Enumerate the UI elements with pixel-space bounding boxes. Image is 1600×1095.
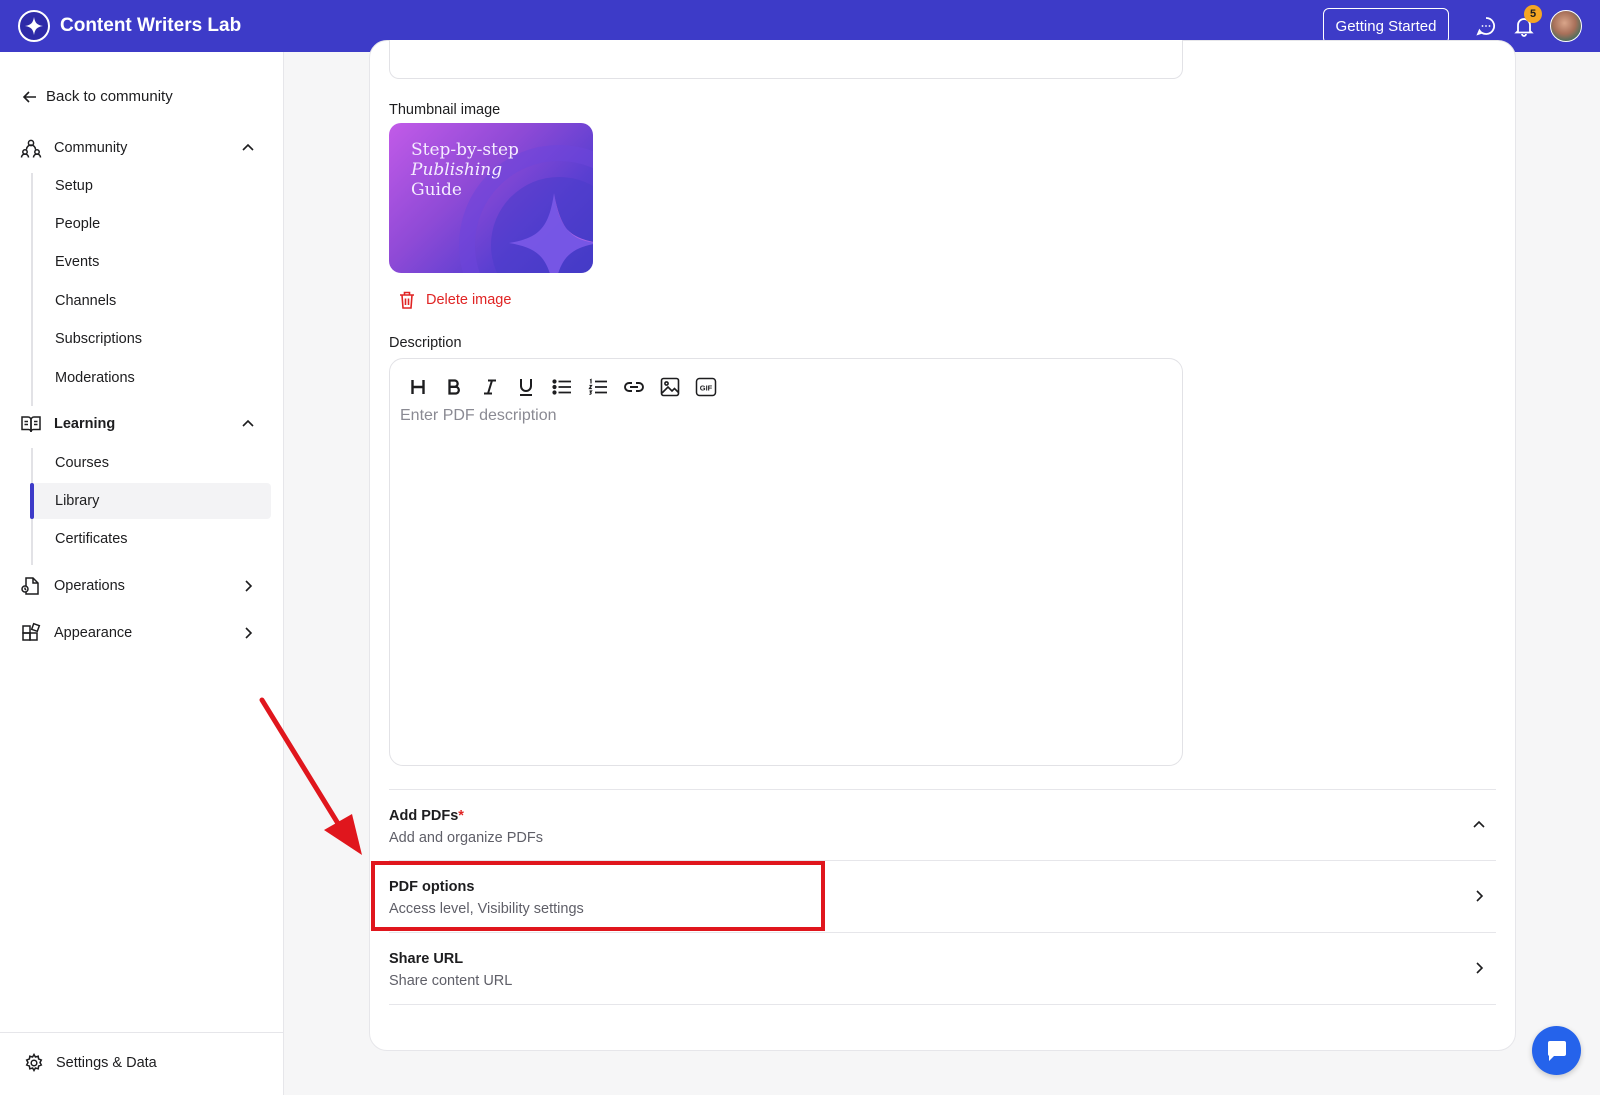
sidebar-section-operations[interactable]: Operations (20, 572, 266, 600)
sidebar-item-people[interactable]: People (32, 206, 271, 242)
operations-icon (20, 575, 42, 597)
sidebar-section-learning[interactable]: Learning (20, 410, 266, 438)
description-label: Description (389, 335, 462, 351)
back-to-community-label: Back to community (46, 88, 173, 105)
arrow-left-icon (22, 90, 36, 103)
sidebar-footer: Settings & Data (0, 1032, 283, 1095)
sidebar-item-setup[interactable]: Setup (32, 168, 271, 204)
thumbnail-image[interactable]: Step-by-step Publishing Guide (389, 123, 593, 273)
sidebar-item-moderations[interactable]: Moderations (32, 360, 271, 396)
sidebar-item-events[interactable]: Events (32, 244, 271, 280)
sidebar-section-community[interactable]: Community (20, 134, 266, 162)
thumbnail-label: Thumbnail image (389, 102, 501, 118)
required-asterisk: * (458, 808, 464, 824)
active-indicator (30, 483, 34, 519)
numbered-list-icon[interactable] (584, 373, 612, 401)
sidebar-item-subscriptions[interactable]: Subscriptions (32, 321, 271, 357)
title-input[interactable] (389, 40, 1183, 79)
delete-image-button[interactable]: Delete image (398, 290, 511, 310)
chat-support-button[interactable] (1532, 1026, 1581, 1075)
learning-label: Learning (54, 416, 116, 432)
settings-data-label: Settings & Data (56, 1055, 157, 1071)
sidebar-item-channels[interactable]: Channels (32, 283, 271, 319)
gear-icon (25, 1053, 43, 1073)
share-url-title: Share URL (389, 951, 464, 967)
thumbnail-line-2: Publishing (411, 160, 503, 180)
community-icon (20, 137, 42, 159)
book-open-icon (20, 413, 42, 435)
bullet-list-icon[interactable] (548, 373, 576, 401)
thumbnail-line-1: Step-by-step (411, 140, 519, 160)
sidebar-item-certificates[interactable]: Certificates (32, 521, 271, 557)
appearance-label: Appearance (54, 625, 133, 641)
heading-icon[interactable] (404, 373, 432, 401)
add-pdfs-title-text: Add PDFs (389, 808, 459, 824)
add-pdfs-section[interactable]: Add PDFs* Add and organize PDFs (389, 789, 1496, 861)
chat-bubble-icon[interactable] (1474, 14, 1498, 38)
avatar[interactable] (1550, 10, 1582, 42)
add-pdfs-title: Add PDFs* (389, 808, 464, 824)
share-url-subtitle: Share content URL (389, 973, 513, 989)
add-pdfs-subtitle: Add and organize PDFs (389, 830, 543, 846)
chevron-right-icon[interactable] (238, 623, 258, 643)
brand-logo-icon[interactable] (18, 10, 50, 42)
community-label: Community (54, 140, 128, 156)
sidebar-section-appearance[interactable]: Appearance (20, 619, 266, 647)
getting-started-button[interactable]: Getting Started (1323, 8, 1449, 44)
chevron-up-icon[interactable] (1468, 814, 1490, 836)
operations-label: Operations (54, 578, 125, 594)
trash-icon (400, 291, 414, 309)
svg-text:GIF: GIF (700, 384, 713, 393)
brand-title[interactable]: Content Writers Lab (60, 15, 241, 37)
back-to-community-link[interactable]: Back to community (22, 88, 173, 105)
sidebar-item-courses[interactable]: Courses (32, 445, 271, 481)
chevron-right-icon[interactable] (1468, 957, 1490, 979)
description-textarea[interactable] (400, 403, 1170, 753)
share-url-section[interactable]: Share URL Share content URL (389, 933, 1496, 1005)
chevron-up-icon[interactable] (238, 138, 258, 158)
thumbnail-title: Step-by-step Publishing Guide (411, 140, 519, 200)
underline-icon[interactable] (512, 373, 540, 401)
sidebar-item-library[interactable]: Library (32, 483, 271, 519)
bold-icon[interactable] (440, 373, 468, 401)
gif-icon[interactable]: GIF (692, 373, 720, 401)
description-editor: GIF (389, 358, 1183, 766)
link-icon[interactable] (620, 373, 648, 401)
chevron-right-icon[interactable] (1468, 885, 1490, 907)
appearance-icon (20, 622, 42, 644)
chevron-right-icon[interactable] (238, 576, 258, 596)
chat-icon (1547, 1040, 1566, 1061)
thumbnail-line-3: Guide (411, 180, 462, 200)
editor-toolbar: GIF (404, 373, 728, 401)
annotation-arrow (259, 697, 362, 855)
image-icon[interactable] (656, 373, 684, 401)
delete-image-label: Delete image (426, 292, 512, 308)
annotation-highlight-box (371, 861, 825, 931)
notification-badge: 5 (1524, 5, 1542, 23)
sidebar: Back to community Community Setup People… (0, 52, 284, 1095)
chevron-up-icon[interactable] (238, 414, 258, 434)
settings-data-link[interactable]: Settings & Data (24, 1053, 157, 1073)
italic-icon[interactable] (476, 373, 504, 401)
